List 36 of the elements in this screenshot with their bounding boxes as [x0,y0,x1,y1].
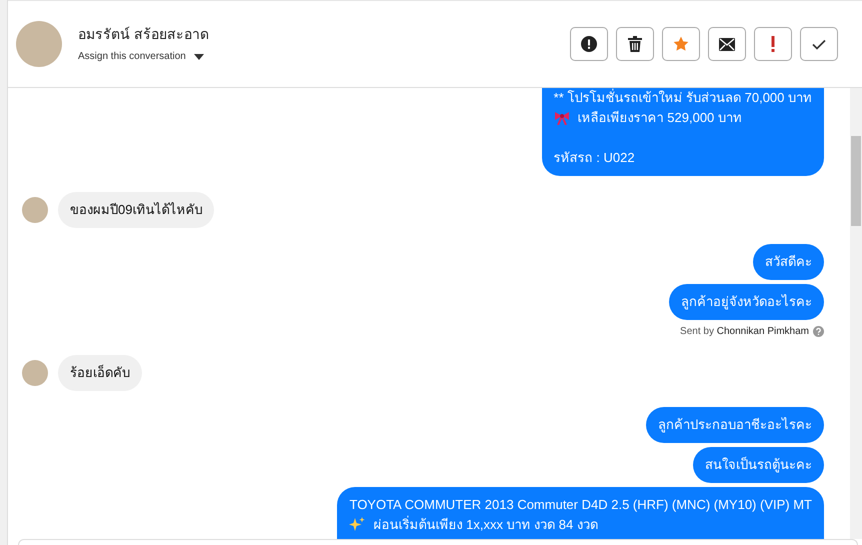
message-text: เหลือเพียงราคา 529,000 บาท [578,109,742,127]
info-button[interactable] [570,27,608,61]
exclamation-icon [771,36,775,52]
sparkle-icon [349,517,366,533]
checkmark-button[interactable] [800,27,838,61]
message-text: ** โปรโมชั่นรถเข้าใหม่ รับส่วนลด 70,000 บาท [554,88,812,107]
message-text: TOYOTA COMMUTER 2013 Commuter D4D 2.5 (HRF) (MNC) (MY10) (VIP) MT [349,496,812,514]
sender-avatar-placeholder [22,360,48,386]
sent-by-text: Sent by Chonnikan Pimkham [680,325,809,339]
checkmark-icon [812,38,826,50]
message-text: ลูกค้าอยู่จังหวัดอะไรคะ [681,293,812,312]
star-icon [673,36,689,52]
trash-button[interactable] [616,27,654,61]
star-button[interactable] [662,27,700,61]
scrollbar[interactable] [850,88,862,539]
message-text: ร้อยเอ็ดคับ [70,364,130,382]
scrollbar-thumb[interactable] [851,136,861,226]
message-text: สนใจเป็นรถตู้นะคะ [705,456,812,474]
info-icon [581,36,597,52]
envelope-icon [719,38,735,50]
contact-name: อมรรัตน์ สร้อยสะอาด [78,25,209,44]
sender-avatar-placeholder [22,197,48,223]
assign-dropdown[interactable]: Assign this conversation [78,49,209,64]
message-text: ของผมปี09เทินได้ไหคับ [70,201,202,219]
profile-photo-placeholder [16,21,62,67]
trash-icon [628,36,642,52]
message-text: สวัสดีคะ [765,253,812,271]
message-text: ลูกค้าประกอบอาชีะอะไรคะ [658,416,812,434]
message-input-field[interactable] [18,539,858,545]
ribbon-icon [554,111,570,125]
exclamation-button[interactable] [754,27,792,61]
message-text: รหัสรถ : U022 [554,149,635,167]
help-icon[interactable] [813,326,824,337]
envelope-button[interactable] [708,27,746,61]
message-text: ผ่อนเริ่มต้นเพียง 1x,xxx บาท งวด 84 งวด [373,515,598,534]
caret-icon [194,54,204,60]
